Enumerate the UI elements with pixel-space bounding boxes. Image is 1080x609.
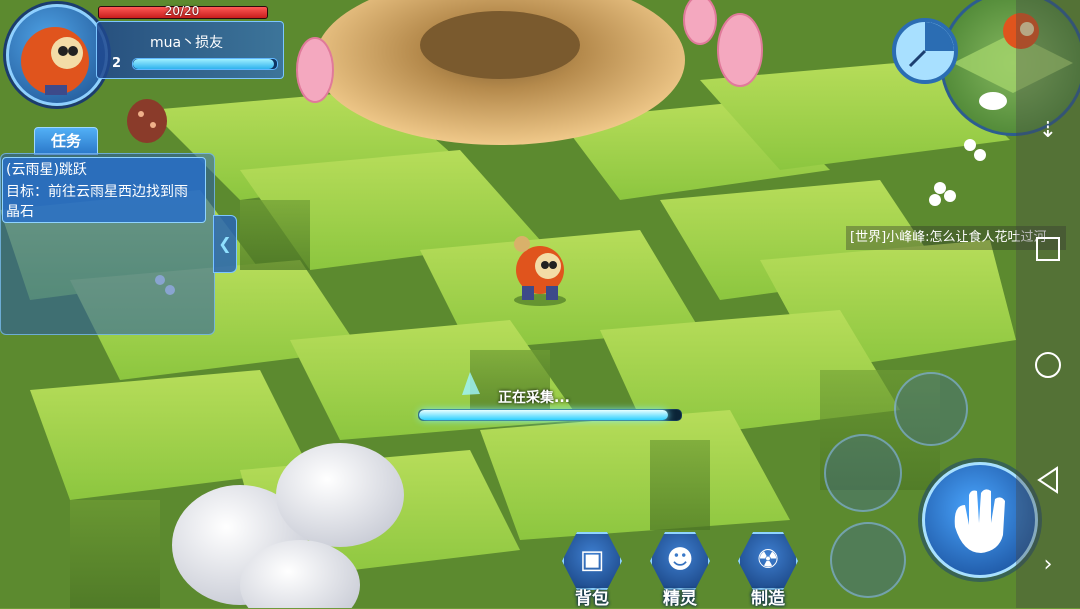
gather-progress-fill: [419, 410, 668, 420]
skill-slot-2[interactable]: [824, 434, 902, 512]
backpack-label: 背包: [575, 589, 609, 609]
chevron-right-icon[interactable]: ›: [1016, 552, 1080, 577]
spotted-egg: [127, 99, 167, 143]
backpack-button[interactable]: ▣ 背包: [560, 532, 624, 609]
player-avatar[interactable]: [6, 4, 108, 106]
skill-slot-1[interactable]: [894, 372, 968, 446]
quest-collapse-button[interactable]: ❮: [213, 215, 237, 273]
crafting-button[interactable]: ☢ 制造: [736, 532, 800, 609]
chevron-left-icon: ❮: [218, 234, 232, 253]
gather-progress-bar: [418, 409, 682, 421]
quest-tab[interactable]: 任务: [34, 127, 98, 155]
gather-status-text: 正在采集...: [498, 390, 570, 406]
hp-text: 20/20: [164, 4, 200, 18]
spirit-icon: ☻: [666, 545, 694, 575]
exp-bar: [132, 58, 278, 70]
square-icon: [1036, 237, 1060, 261]
clock-icon: [908, 22, 954, 68]
day-night-clock: [892, 18, 958, 84]
quest-goal: 目标：前往云雨星西边找到雨晶石: [6, 184, 188, 220]
home-button[interactable]: [1016, 351, 1080, 383]
crafting-label: 制造: [751, 589, 785, 609]
recent-apps-button[interactable]: [1016, 236, 1080, 266]
quest-title: (云雨星)跳跃: [6, 162, 87, 178]
exp-bar-fill: [133, 59, 275, 69]
back-triangle-icon: [1037, 466, 1058, 494]
spirit-label: 精灵: [663, 589, 697, 609]
player-name: mua丶损友: [150, 35, 224, 51]
back-button[interactable]: [1016, 466, 1080, 498]
avatar-portrait-icon: [21, 27, 89, 95]
system-nav-bar: [1016, 0, 1080, 608]
circle-icon: [1035, 352, 1061, 378]
collapse-down-icon[interactable]: ⇣: [1016, 118, 1080, 143]
spirit-button[interactable]: ☻ 精灵: [648, 532, 712, 609]
player-level: 2: [112, 56, 122, 71]
skill-slot-3[interactable]: [830, 522, 906, 598]
crafting-icon: ☢: [756, 545, 780, 575]
backpack-icon: ▣: [579, 545, 605, 575]
